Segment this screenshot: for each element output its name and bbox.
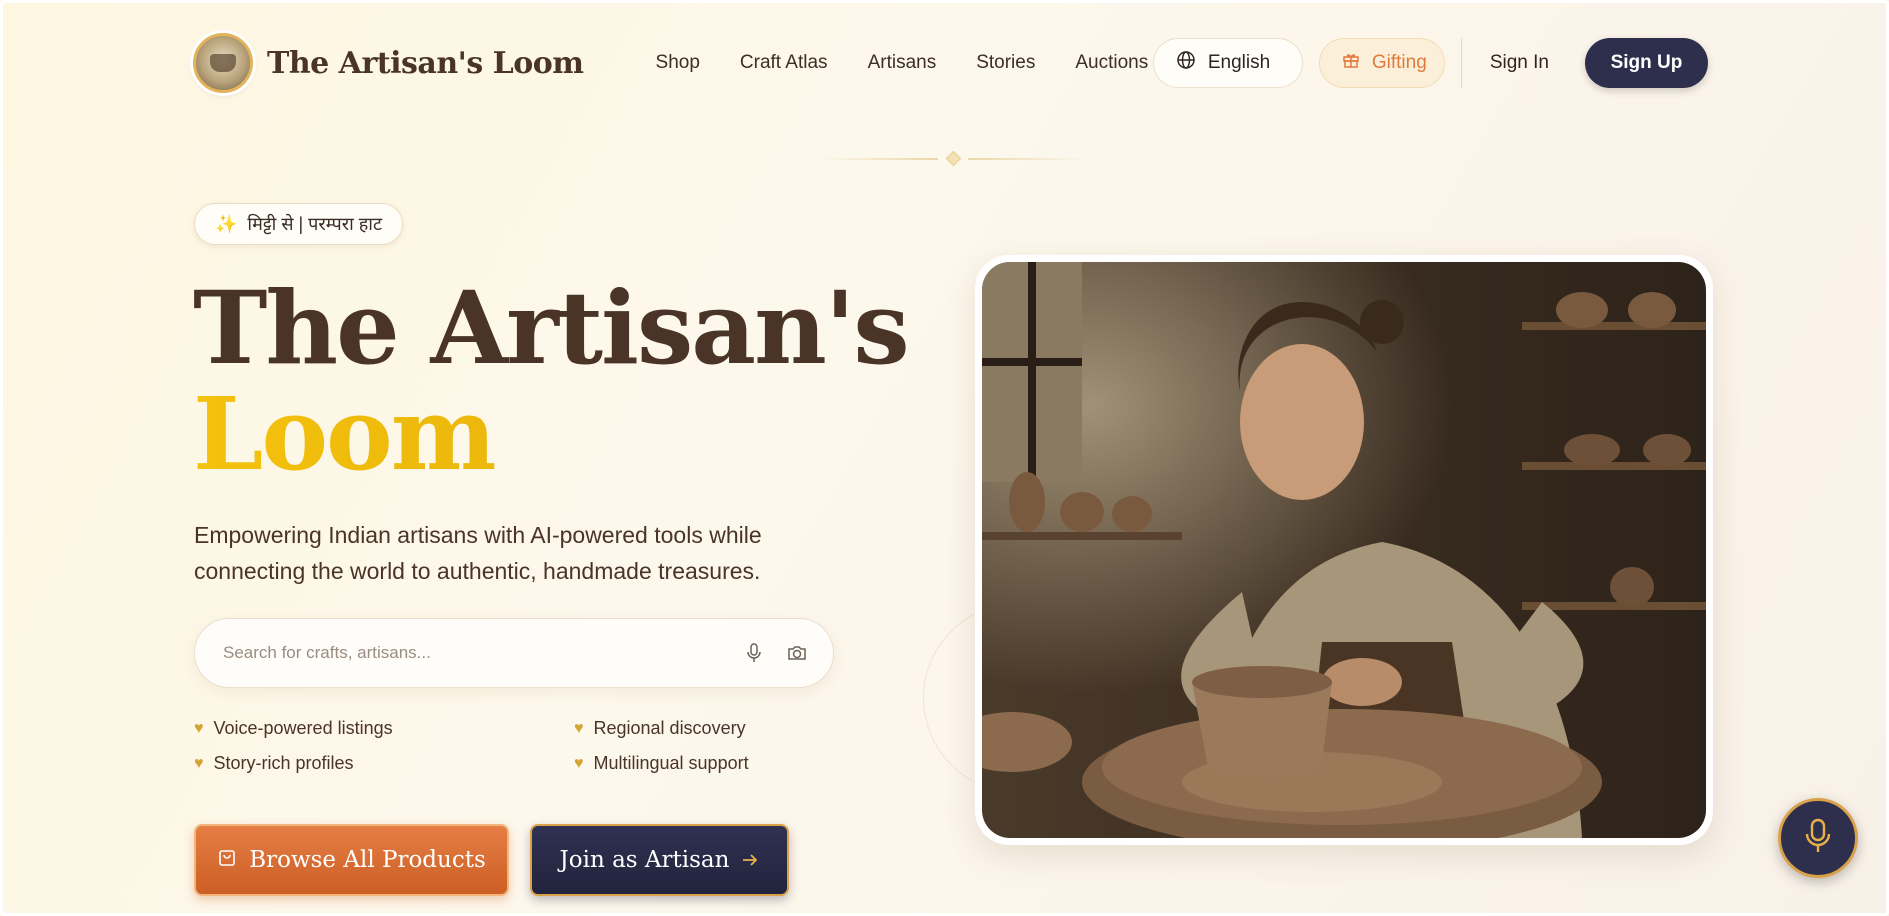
microphone-icon[interactable] bbox=[747, 643, 761, 663]
gifting-label: Gifting bbox=[1371, 52, 1427, 73]
feature-item: ♥ Story-rich profiles bbox=[194, 753, 574, 774]
ornament-line-left bbox=[818, 158, 938, 160]
join-artisan-button[interactable]: Join as Artisan bbox=[530, 824, 789, 896]
ornament-diamond-icon bbox=[945, 150, 962, 167]
page: The Artisan's Loom Shop Craft Atlas Arti… bbox=[0, 0, 1889, 916]
search-input[interactable] bbox=[223, 643, 721, 663]
search-bar bbox=[194, 618, 834, 688]
gift-icon bbox=[1342, 51, 1360, 75]
nav-item-auctions[interactable]: Auctions bbox=[1075, 52, 1148, 74]
feature-label: Voice-powered listings bbox=[213, 718, 393, 738]
hero-title-line2: Loom bbox=[193, 381, 908, 487]
feature-item: ♥ Multilingual support bbox=[574, 753, 814, 774]
camera-icon[interactable] bbox=[787, 644, 807, 662]
hero-title-line1: The Artisan's bbox=[193, 269, 910, 387]
feature-label: Regional discovery bbox=[593, 718, 746, 738]
feature-label: Multilingual support bbox=[593, 753, 749, 773]
gifting-button[interactable]: Gifting bbox=[1318, 38, 1445, 88]
nav-item-artisans[interactable]: Artisans bbox=[868, 52, 937, 74]
sign-up-button[interactable]: Sign Up bbox=[1585, 38, 1708, 88]
main-nav: Shop Craft Atlas Artisans Stories Auctio… bbox=[656, 52, 1149, 74]
globe-icon bbox=[1176, 50, 1196, 76]
shopping-bag-icon bbox=[217, 847, 237, 873]
emblem-icon bbox=[193, 33, 253, 93]
hero-description: Empowering Indian artisans with AI-power… bbox=[194, 522, 762, 584]
browse-products-label: Browse All Products bbox=[249, 847, 486, 873]
nav-item-shop[interactable]: Shop bbox=[656, 52, 700, 74]
header-divider bbox=[1460, 38, 1462, 88]
feature-item: ♥ Regional discovery bbox=[574, 718, 814, 739]
sparkle-icon: ✨ bbox=[215, 213, 238, 234]
brand-logo[interactable]: The Artisan's Loom bbox=[193, 33, 584, 93]
voice-assistant-button[interactable] bbox=[1778, 798, 1858, 878]
heart-icon: ♥ bbox=[574, 719, 584, 737]
nav-item-stories[interactable]: Stories bbox=[976, 52, 1035, 74]
browse-products-button[interactable]: Browse All Products bbox=[194, 824, 509, 896]
hero-image-potter bbox=[975, 255, 1713, 845]
nav-item-craft-atlas[interactable]: Craft Atlas bbox=[740, 52, 828, 74]
site-header: The Artisan's Loom Shop Craft Atlas Arti… bbox=[193, 31, 1708, 95]
microphone-icon bbox=[1805, 818, 1831, 859]
feature-label: Story-rich profiles bbox=[213, 753, 354, 773]
heart-icon: ♥ bbox=[574, 754, 584, 772]
language-selector[interactable]: English bbox=[1152, 38, 1303, 88]
heart-icon: ♥ bbox=[194, 719, 204, 737]
header-actions: English Gifting Sign In Sign Up bbox=[1152, 38, 1708, 88]
hero-tag-text: मिट्टी से | परम्परा हाट bbox=[247, 214, 383, 234]
join-artisan-label: Join as Artisan bbox=[559, 847, 730, 873]
feature-list: ♥ Voice-powered listings ♥ Regional disc… bbox=[194, 718, 814, 774]
brand-name: The Artisan's Loom bbox=[267, 45, 584, 81]
sign-in-link[interactable]: Sign In bbox=[1490, 52, 1549, 74]
language-label: English bbox=[1207, 52, 1271, 73]
hero-tag: ✨ मिट्टी से | परम्परा हाट bbox=[194, 203, 404, 245]
ornament-line-right bbox=[968, 158, 1088, 160]
heart-icon: ♥ bbox=[194, 754, 204, 772]
arrow-right-icon bbox=[741, 847, 759, 873]
potter-illustration bbox=[982, 262, 1706, 838]
ornament-divider bbox=[818, 150, 1088, 167]
feature-item: ♥ Voice-powered listings bbox=[194, 718, 574, 739]
hero-title: The Artisan's Loom bbox=[193, 269, 910, 487]
